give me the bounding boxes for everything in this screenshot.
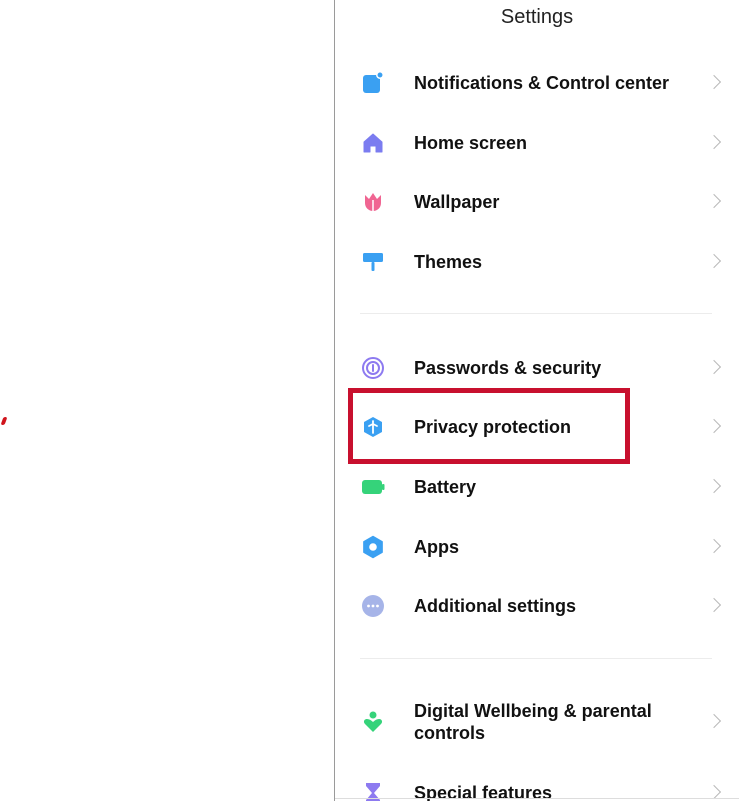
section-separator: [360, 313, 712, 314]
tulip-icon: [361, 190, 385, 214]
left-pane: [0, 0, 334, 801]
settings-item-home-screen[interactable]: Home screen: [335, 113, 739, 173]
chevron-right-icon: [706, 478, 722, 494]
red-annotation-mark: [0, 417, 8, 425]
settings-item-themes[interactable]: Themes: [335, 232, 739, 292]
settings-item-wallpaper[interactable]: Wallpaper: [335, 172, 739, 232]
chevron-right-icon: [706, 359, 722, 375]
battery-icon: [361, 475, 385, 499]
gear-icon: [361, 535, 385, 559]
chevron-right-icon: [706, 597, 722, 613]
wellbeing-icon: [361, 710, 385, 734]
settings-item-label: Digital Wellbeing & parental controls: [414, 701, 652, 743]
settings-item-label: Home screen: [414, 133, 528, 153]
settings-item-label: Additional settings: [414, 596, 576, 616]
more-icon: [361, 594, 385, 618]
settings-item-label: Notifications & Control center: [414, 73, 670, 93]
settings-item-label: Apps: [414, 537, 459, 557]
home-icon: [361, 131, 385, 155]
chevron-right-icon: [706, 418, 722, 434]
settings-item-additional[interactable]: Additional settings: [335, 576, 739, 636]
chevron-right-icon: [706, 784, 722, 800]
highlight-box: [348, 388, 630, 464]
chevron-right-icon: [706, 193, 722, 209]
settings-item-special-features[interactable]: Special features: [335, 763, 739, 801]
chevron-right-icon: [706, 538, 722, 554]
notification-icon: [361, 71, 385, 95]
chevron-right-icon: [706, 713, 722, 729]
settings-item-label: Themes: [414, 252, 483, 272]
settings-item-notifications[interactable]: Notifications & Control center: [335, 53, 739, 113]
paint-roller-icon: [361, 250, 385, 274]
settings-item-label: Passwords & security: [414, 358, 602, 378]
settings-item-label: Battery: [414, 477, 477, 497]
section-separator: [360, 658, 712, 659]
chevron-right-icon: [706, 134, 722, 150]
settings-item-digital-wellbeing[interactable]: Digital Wellbeing & parental controls: [335, 692, 739, 752]
page-title: Settings: [500, 6, 574, 28]
chevron-right-icon: [706, 74, 722, 90]
settings-item-label: Wallpaper: [414, 192, 500, 212]
settings-item-apps[interactable]: Apps: [335, 517, 739, 577]
chevron-right-icon: [706, 253, 722, 269]
bottom-edge-line: [335, 798, 739, 799]
settings-item-battery[interactable]: Battery: [335, 457, 739, 517]
fingerprint-icon: [361, 356, 385, 380]
